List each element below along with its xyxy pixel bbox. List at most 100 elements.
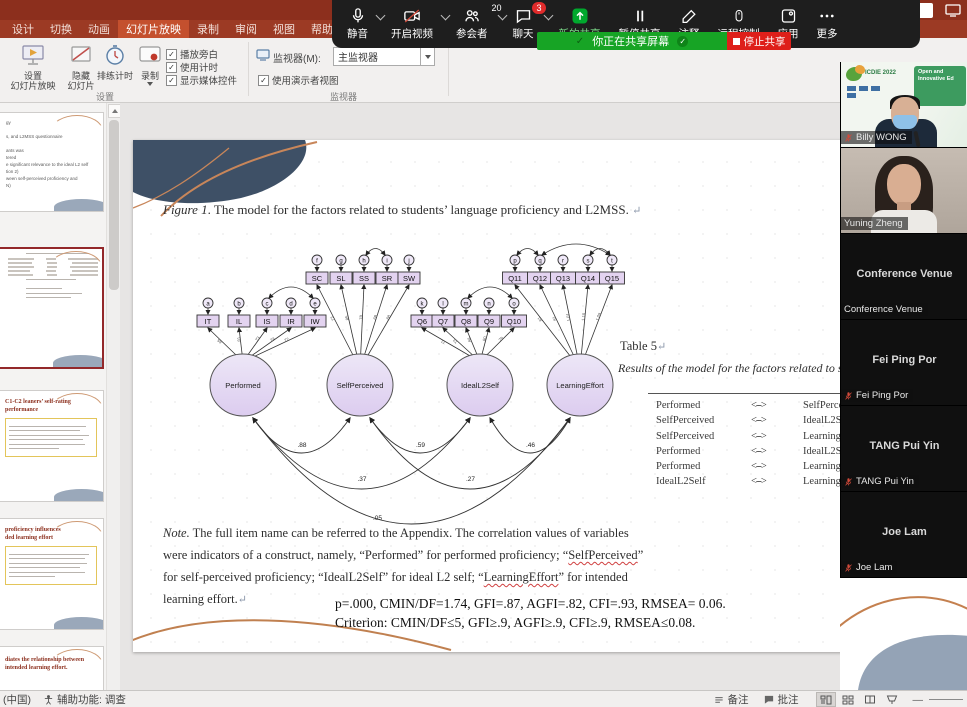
rehearse-timings-button[interactable]: 排练计时 (94, 44, 136, 81)
participant-name: Yuning Zheng (844, 218, 903, 229)
table5-title[interactable]: Table 5↵ (620, 339, 666, 354)
tab-slideshow[interactable]: 幻灯片放映 (118, 20, 189, 38)
accessibility-check-status[interactable]: 辅助功能: 调查 (57, 692, 126, 707)
svg-text:q: q (538, 258, 541, 264)
conference-banner: Open andInnovative Ed (914, 66, 966, 106)
svg-text:Q8: Q8 (461, 317, 471, 326)
participant-tile[interactable]: TANG Pui YinTANG Pui Yin (841, 406, 967, 492)
notes-toggle[interactable]: 备注 (728, 692, 749, 707)
note-line: Note. The full item name can be referred… (163, 522, 738, 544)
monitor-label: 监视器(M): (273, 50, 321, 65)
zoom-slider[interactable] (929, 699, 963, 700)
tab-view[interactable]: 视图 (265, 20, 303, 38)
tab-animations[interactable]: 动画 (80, 20, 118, 38)
table-cell: SelfPerceived (648, 429, 751, 444)
presenter-view-label: 使用演示者视图 (272, 73, 339, 87)
participant-tile[interactable]: Fei Ping PorFei Ping Por (841, 320, 967, 406)
tab-design[interactable]: 设计 (4, 20, 42, 38)
svg-text:Performed: Performed (225, 381, 260, 390)
figure-caption[interactable]: Figure 1. The model for the factors rela… (163, 202, 813, 218)
banner-line: Innovative Ed (918, 76, 962, 83)
svg-text:.81: .81 (536, 315, 544, 323)
play-narrations-checkbox[interactable]: ✓ 播放旁白 (166, 47, 218, 61)
scrollbar-thumb[interactable] (109, 120, 119, 290)
svg-text:Q9: Q9 (484, 317, 494, 326)
figure-caption-number: Figure 1 (163, 202, 208, 217)
svg-text:Q12: Q12 (533, 274, 547, 283)
show-media-controls-checkbox[interactable]: ✓ 显示媒体控件 (166, 73, 237, 87)
normal-view-icon (820, 695, 832, 705)
thumb-text-line: s, and L2MSS questionnaire (0, 133, 103, 140)
svg-text:IdealL2Self: IdealL2Self (461, 381, 500, 390)
slideshow-view-button[interactable] (882, 692, 902, 707)
language-indicator[interactable]: (中国) (3, 692, 31, 707)
presenter-view-checkbox[interactable]: ✓ 使用演示者视图 (258, 73, 339, 87)
sem-diagram[interactable]: .88.59.46.37.27.05.85ITa.81ILb.73ISc.74I… (183, 232, 653, 532)
record-dropdown-arrow[interactable] (147, 82, 153, 86)
participants-button[interactable]: 20 参会者 (447, 2, 504, 46)
muted-mic-icon (844, 391, 853, 401)
monitor-group-label: 监视器 (330, 90, 357, 103)
monitor-select-arrow[interactable] (420, 48, 434, 65)
svg-text:.27: .27 (466, 476, 475, 483)
thumb-text-line: ants was (0, 147, 103, 154)
tab-review[interactable]: 审阅 (227, 20, 265, 38)
table-cell: SelfPerceived (648, 413, 751, 428)
thumb-title: intended learning effort. (0, 665, 103, 673)
participant-tile[interactable]: Yuning Zheng (841, 148, 967, 234)
svg-text:.78: .78 (358, 314, 363, 321)
share-display-icon[interactable] (945, 4, 961, 17)
checkbox-check-icon: ✓ (166, 62, 177, 73)
svg-text:.73: .73 (329, 315, 336, 323)
slide-thumbnail-1[interactable]: gy s, and L2MSS questionnaire ants waste… (0, 112, 104, 212)
svg-text:d: d (289, 301, 292, 307)
tab-transitions[interactable]: 切换 (42, 20, 80, 38)
monitor-select[interactable]: 主监视器 (333, 47, 435, 66)
checkbox-check-icon: ✓ (166, 49, 177, 60)
participant-name: Fei Ping Por (856, 390, 908, 401)
slide-canvas[interactable]: Figure 1. The model for the factors rela… (133, 140, 963, 652)
slide-sorter-icon (842, 695, 854, 705)
record-button[interactable]: 录制 (136, 44, 164, 86)
table-cell: <--> (751, 398, 803, 413)
mute-button[interactable]: 静音 (338, 2, 382, 46)
slide-sorter-view-button[interactable] (838, 692, 858, 707)
slide-thumbnail-5[interactable]: diates the relationship between intended… (0, 646, 104, 690)
participant-name-label: Joe Lam (841, 561, 897, 574)
stop-share-button[interactable]: 停止共享 (727, 32, 791, 50)
fit-statistics[interactable]: p=.000, CMIN/DF=1.74, GFI=.87, AGFI=.82,… (335, 595, 726, 632)
reading-view-button[interactable] (860, 692, 880, 707)
svg-text:IR: IR (287, 317, 295, 326)
note-line: for self-perceived proficiency; “IdealL2… (163, 566, 738, 588)
fit-statistics-line1: p=.000, CMIN/DF=1.74, GFI=.87, AGFI=.82,… (335, 595, 726, 614)
start-video-button[interactable]: 开启视频 (382, 2, 447, 46)
sharing-banner-text: 你正在共享屏幕 (592, 33, 669, 49)
svg-text:s: s (587, 258, 590, 264)
thumbnail-scrollbar[interactable] (106, 102, 121, 690)
slide-overflow-right (840, 578, 967, 690)
participant-tile[interactable]: ICDIE 2022Open andInnovative EdBilly WON… (841, 62, 967, 148)
slide-thumbnail-4[interactable]: proficiency influences ded learning effo… (0, 518, 104, 630)
participant-tile[interactable]: Conference VenueConference Venue (841, 234, 967, 320)
setup-slideshow-button[interactable]: 设置 幻灯片放映 (8, 44, 58, 92)
chat-count-badge: 3 (532, 2, 545, 14)
sharing-banner: ✓ 你正在共享屏幕 ✓ (537, 32, 727, 50)
participant-tile[interactable]: Joe LamJoe Lam (841, 492, 967, 578)
normal-view-button[interactable] (816, 692, 836, 707)
comments-toggle[interactable]: 批注 (778, 692, 799, 707)
use-timings-checkbox[interactable]: ✓ 使用计时 (166, 60, 218, 74)
note-line: were indicators of a construct, namely, … (163, 544, 738, 566)
more-button[interactable]: 更多 (808, 2, 847, 46)
thumb-body-box (5, 418, 97, 457)
svg-text:.68: .68 (384, 313, 392, 321)
zoom-out-button[interactable]: — (913, 694, 924, 706)
status-bar: (中国) 辅助功能: 调查 备注 批注 — (0, 690, 967, 707)
svg-text:IT: IT (205, 317, 212, 326)
svg-text:SR: SR (382, 274, 393, 283)
slide-thumbnail-3[interactable]: C1-C2 leaners’ self-rating performance (0, 390, 104, 502)
tab-record[interactable]: 录制 (189, 20, 227, 38)
participant-name-label: Conference Venue (841, 303, 928, 316)
muted-mic-icon (844, 563, 853, 573)
stop-share-label: 停止共享 (744, 34, 786, 49)
slide-thumbnail-2-current[interactable] (0, 247, 104, 369)
